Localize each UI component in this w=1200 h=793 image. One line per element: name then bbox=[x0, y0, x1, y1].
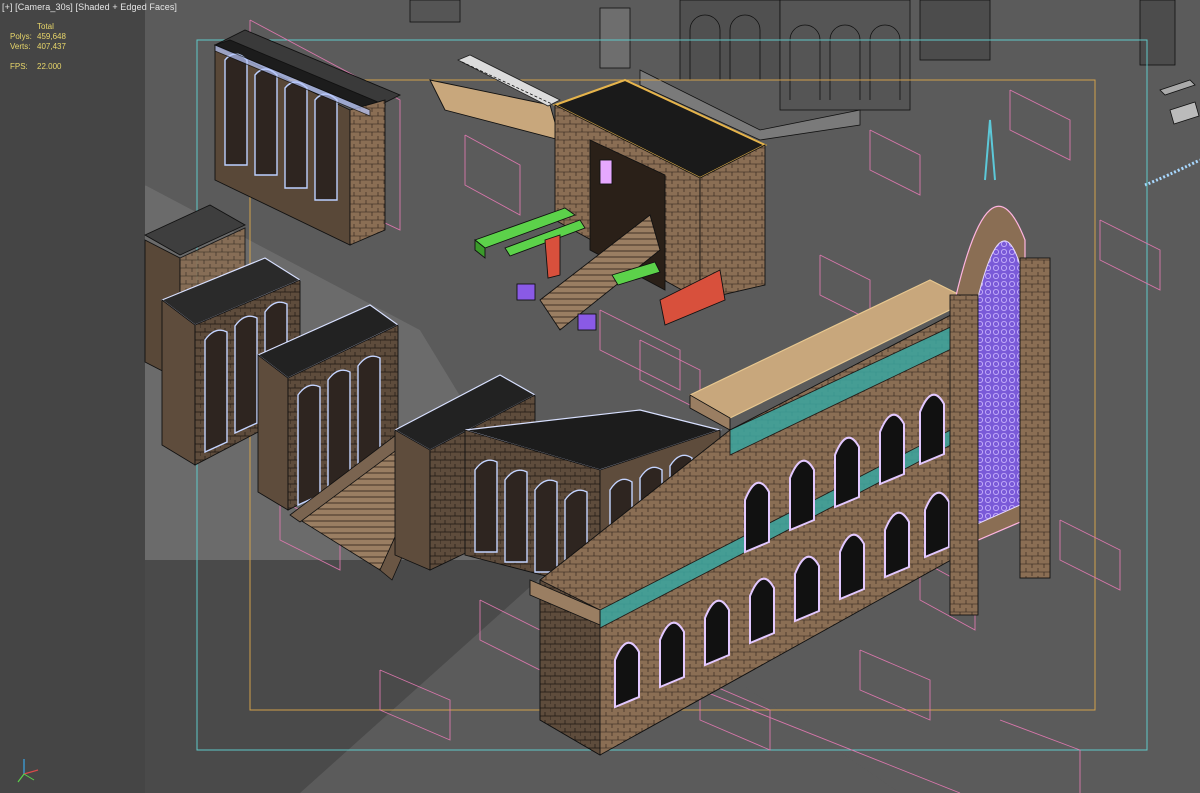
shading-mode-selector[interactable]: [Shaded + Edged Faces] bbox=[76, 2, 178, 12]
3d-viewport[interactable]: [+] [Camera_30s] [Shaded + Edged Faces] … bbox=[0, 0, 1200, 793]
stats-header: Total bbox=[37, 22, 54, 31]
viewport-label-menu[interactable]: [+] [Camera_30s] [Shaded + Edged Faces] bbox=[2, 2, 177, 12]
fps-label: FPS: bbox=[10, 62, 28, 71]
viewport-statistics: Total Polys: 459,648 Verts: 407,437 FPS:… bbox=[10, 22, 130, 72]
fps-value: 22.000 bbox=[37, 62, 62, 71]
verts-label: Verts: bbox=[10, 42, 31, 51]
polys-value: 459,648 bbox=[37, 32, 66, 41]
viewport-menu-button[interactable]: [+] bbox=[2, 2, 13, 12]
polys-label: Polys: bbox=[10, 32, 32, 41]
axis-gizmo-icon bbox=[14, 756, 42, 784]
verts-value: 407,437 bbox=[37, 42, 66, 51]
camera-selector[interactable]: [Camera_30s] bbox=[15, 2, 73, 12]
scene-render[interactable] bbox=[0, 0, 1200, 793]
